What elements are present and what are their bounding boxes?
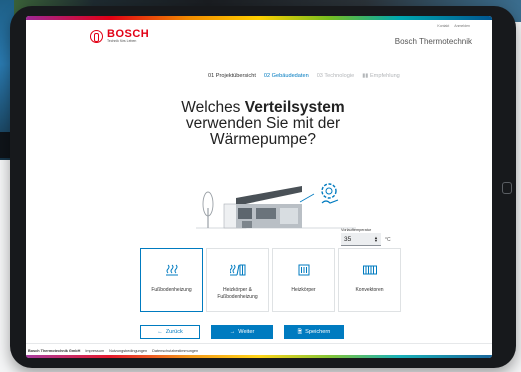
save-button-label: Speichern [305,329,331,335]
tablet-frame: BOSCH Technik fürs Leben Kontakt Anmelde… [10,6,516,368]
step-recommendation-label: Empfehlung [369,73,400,79]
flow-temperature-control: Vorlauftemperatur 35 ▲ ▼ °C [341,228,391,246]
footer-company: Bosch Thermotechnik GmbH [28,349,81,353]
save-button[interactable]: 🗎 Speichern [284,325,344,339]
distribution-system-options: Fußbodenheizung Heizkörper & Fußbodenhei… [140,248,401,312]
option-label: Heizkörper [291,287,316,293]
option-label: Fußbodenheizung [151,287,192,293]
top-links: Kontakt Anmelden [437,24,470,28]
radiator-icon [298,263,310,277]
app-screen: BOSCH Technik fürs Leben Kontakt Anmelde… [26,16,492,358]
flow-temperature-input[interactable]: 35 ▲ ▼ [341,233,381,246]
title-line-3: Wärmepumpe? [210,131,316,148]
option-label-line-2: Fußbodenheizung [217,293,258,300]
option-label-line-1: Heizkörper & [223,287,252,293]
heating-system-icon [321,183,339,204]
page-header: BOSCH Technik fürs Leben Kontakt Anmelde… [26,20,492,54]
title-bold: Verteilsystem [244,99,345,116]
bosch-armature-icon [90,29,103,43]
option-label: Heizkörper & Fußbodenheizung [217,287,257,300]
option-radiator[interactable]: Heizkörper [272,248,335,312]
footer-color-bar [26,355,492,358]
brand-name: Bosch Thermotechnik [394,37,472,46]
title-line-2: verwenden Sie mit der [185,115,341,132]
login-link[interactable]: Anmelden [454,24,470,28]
option-label: Konvektoren [355,287,384,293]
footer-link-terms[interactable]: Nutzungsbedingungen [109,349,147,353]
tablet-home-button[interactable] [502,182,512,194]
house-illustration [196,183,356,229]
page-title: Welches Verteilsystem verwenden Sie mit … [146,100,380,148]
stepper-arrows-icon[interactable]: ▲ ▼ [374,236,378,243]
option-radiator-and-floor-heating[interactable]: Heizkörper & Fußbodenheizung [206,248,269,312]
chart-icon: ▮▮ [362,73,370,79]
step-project-overview[interactable]: 01 Projektübersicht [208,73,256,79]
option-convector[interactable]: Konvektoren [338,248,401,312]
page-footer: Bosch Thermotechnik GmbH Impressum Nutzu… [26,343,492,358]
floor-heating-icon [165,263,178,277]
bosch-logo[interactable]: BOSCH Technik fürs Leben [90,29,149,43]
navigation-buttons: ← Zurück → Weiter 🗎 Speichern [140,325,344,339]
flow-temperature-label: Vorlauftemperatur [341,228,372,232]
footer-link-imprint[interactable]: Impressum [85,349,104,353]
logo-text: BOSCH [107,28,150,40]
arrow-left-icon: ← [157,329,163,335]
step-technology: 03 Technologie [316,73,355,79]
step-building-data[interactable]: 02 Gebäudedaten [264,73,309,79]
arrow-right-icon: → [229,329,236,335]
title-prefix: Welches [181,99,245,116]
step-recommendation: ▮▮ Empfehlung [362,73,400,79]
convector-icon [362,263,377,277]
back-button-label: Zurück [165,329,183,335]
back-button[interactable]: ← Zurück [140,325,200,339]
option-floor-heating[interactable]: Fußbodenheizung [140,248,203,312]
next-button[interactable]: → Weiter [211,325,273,339]
save-icon: 🗎 [297,329,303,335]
contact-link[interactable]: Kontakt [437,24,449,28]
temperature-unit: °C [385,236,391,243]
progress-steps: 01 Projektübersicht 02 Gebäudedaten 03 T… [208,73,400,79]
footer-link-privacy[interactable]: Datenschutzbestimmungen [152,349,198,353]
next-button-label: Weiter [238,329,255,335]
radiator-floor-heating-icon [229,263,246,277]
flow-temperature-value: 35 [344,236,352,243]
